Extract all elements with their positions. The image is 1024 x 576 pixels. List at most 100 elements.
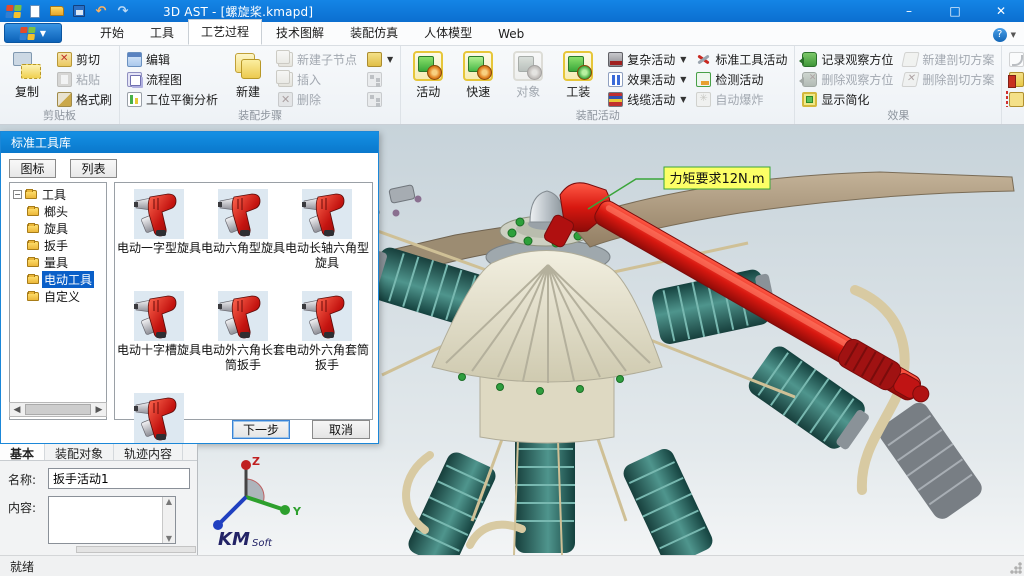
delete-button[interactable]: 删除 <box>276 89 359 109</box>
save-icon[interactable] <box>71 3 87 19</box>
tab-assembly-object[interactable]: 装配对象 <box>45 444 114 460</box>
trajectory-path-button[interactable]: 装配轨迹路径 <box>1007 89 1024 109</box>
new-step-button[interactable]: 新建 <box>226 49 270 100</box>
tree-item-custom[interactable]: 自定义 <box>27 288 106 305</box>
cable-activity-button[interactable]: 线缆活动▼ <box>606 89 688 109</box>
help-icon[interactable]: ? <box>993 28 1007 42</box>
tool-item[interactable]: 电动外六角长套筒扳手 <box>201 291 285 393</box>
detect-activity-button[interactable]: 检测活动 <box>694 69 789 89</box>
station-balance-button[interactable]: 工位平衡分析 <box>125 89 220 109</box>
scroll-right-icon[interactable]: ▶ <box>92 405 106 415</box>
tree-item-measuring[interactable]: 量具 <box>27 254 106 271</box>
minimize-button[interactable]: – <box>886 0 932 22</box>
tab-human-model[interactable]: 人体模型 <box>412 21 484 45</box>
quick-activity-button[interactable]: 快速 <box>456 49 500 100</box>
simulation-order-button[interactable]: 仿真顺序 <box>1007 49 1024 69</box>
activity-content-textarea[interactable]: ▲ ▼ <box>48 496 176 544</box>
new-document-icon[interactable] <box>27 3 43 19</box>
flowchart-button[interactable]: 流程图 <box>125 69 220 89</box>
ribbon-options-dropdown-icon[interactable]: ▼ <box>1011 31 1016 39</box>
tab-tools[interactable]: 工具 <box>138 21 186 45</box>
tool-item[interactable]: 电动十字槽旋具 <box>117 291 201 393</box>
copy-button[interactable]: 复制 <box>5 49 49 100</box>
list-view-button[interactable]: 列表 <box>70 159 117 178</box>
tree-expander-icon[interactable]: − <box>13 190 22 199</box>
redo-icon[interactable]: ↷ <box>115 3 131 19</box>
dropdown-arrow-icon: ▼ <box>680 95 686 104</box>
auto-explode-button[interactable]: 自动爆炸 <box>694 89 789 109</box>
step-tree2-button[interactable] <box>365 89 395 109</box>
tree-horizontal-scrollbar[interactable]: ◀ ▶ <box>9 402 107 417</box>
activity-name-input[interactable] <box>48 468 190 489</box>
tab-process[interactable]: 工艺过程 <box>188 19 262 45</box>
step-grid-button[interactable]: ▼ <box>365 49 395 69</box>
delete-section-button[interactable]: 删除剖切方案 <box>901 69 996 89</box>
tree-item-hammer[interactable]: 榔头 <box>27 203 106 220</box>
folder-icon <box>25 190 37 199</box>
edit-button[interactable]: 编辑 <box>125 49 220 69</box>
format-painter-button[interactable]: 格式刷 <box>55 89 114 109</box>
interference-check-button[interactable]: 干涉检查点 <box>1007 69 1024 89</box>
dropdown-arrow-icon: ▼ <box>680 55 686 64</box>
help-zone: ? ▼ <box>993 28 1024 45</box>
tool-item[interactable]: 电动长轴六角型旋具 <box>285 189 369 291</box>
content-vertical-scrollbar[interactable]: ▲ ▼ <box>162 497 175 543</box>
new-section-icon <box>902 52 920 67</box>
interference-check-icon <box>1009 72 1024 87</box>
tree-root-tools[interactable]: − 工具 <box>13 186 106 203</box>
undo-icon[interactable]: ↶ <box>93 3 109 19</box>
standard-tool-activity-button[interactable]: 标准工具活动 <box>694 49 789 69</box>
cancel-button[interactable]: 取消 <box>312 420 370 439</box>
tool-item[interactable]: 电动六角型旋具 <box>201 189 285 291</box>
tree-item-power-tools[interactable]: 电动工具 <box>27 271 106 288</box>
step-tree2-icon <box>367 92 382 107</box>
tab-basic[interactable]: 基本 <box>0 444 45 460</box>
scroll-down-icon[interactable]: ▼ <box>163 534 175 543</box>
app-logo-icon[interactable] <box>5 5 21 18</box>
new-section-button[interactable]: 新建剖切方案 <box>901 49 996 69</box>
tool-item[interactable]: 电动外六角套筒扳手 <box>285 291 369 393</box>
insert-button[interactable]: 插入 <box>276 69 359 89</box>
open-folder-icon[interactable] <box>49 3 65 19</box>
tab-web[interactable]: Web <box>486 24 536 45</box>
record-view-icon <box>802 52 817 67</box>
tool-category-tree[interactable]: − 工具 榔头 旋具 扳手 量具 电动工具 <box>9 182 107 420</box>
tab-trajectory-content[interactable]: 轨迹内容 <box>114 444 183 460</box>
app-menu-button[interactable]: ▼ <box>4 23 62 43</box>
close-button[interactable]: ✕ <box>978 0 1024 22</box>
group-label-effects: 效果 <box>795 107 1001 123</box>
tab-start[interactable]: 开始 <box>88 21 136 45</box>
axis-y-label: Y <box>292 505 302 518</box>
tab-assembly-simulation[interactable]: 装配仿真 <box>338 21 410 45</box>
next-button[interactable]: 下一步 <box>232 420 290 439</box>
group-label-clipboard: 剪贴板 <box>0 107 119 123</box>
scroll-up-icon[interactable]: ▲ <box>163 497 175 506</box>
tree-item-screwdrivers[interactable]: 旋具 <box>27 220 106 237</box>
scroll-thumb[interactable] <box>25 404 91 415</box>
brand-km: KM <box>218 529 250 550</box>
delete-view-button[interactable]: 删除观察方位 <box>800 69 895 89</box>
dialog-title-bar[interactable]: 标准工具库 <box>1 132 378 153</box>
ribbon: 复制 剪切 粘贴 格式刷 剪贴板 编辑 流程图 工位平衡分析 新建 <box>0 46 1024 125</box>
scroll-left-icon[interactable]: ◀ <box>10 405 24 415</box>
activity-button[interactable]: 活动 <box>406 49 450 100</box>
paste-button[interactable]: 粘贴 <box>55 69 114 89</box>
tool-item[interactable]: 电动一字型旋具 <box>117 189 201 291</box>
complex-activity-button[interactable]: 复杂活动▼ <box>606 49 688 69</box>
tab-tech-illustration[interactable]: 技术图解 <box>264 21 336 45</box>
effect-activity-button[interactable]: 效果活动▼ <box>606 69 688 89</box>
maximize-button[interactable]: □ <box>932 0 978 22</box>
icons-view-button[interactable]: 图标 <box>9 159 56 178</box>
detect-activity-icon <box>696 72 711 87</box>
resize-grip[interactable] <box>1010 562 1022 574</box>
activity-property-panel: 基本 装配对象 轨迹内容 名称: 内容: ▲ ▼ <box>0 444 198 555</box>
tooling-button[interactable]: 工装 <box>556 49 600 100</box>
tree-item-wrenches[interactable]: 扳手 <box>27 237 106 254</box>
record-view-button[interactable]: 记录观察方位 <box>800 49 895 69</box>
cut-button[interactable]: 剪切 <box>55 49 114 69</box>
step-tree-button[interactable] <box>365 69 395 89</box>
new-child-node-button[interactable]: 新建子节点 <box>276 49 359 69</box>
object-button[interactable]: 对象 <box>506 49 550 100</box>
panel-horizontal-scrollbar[interactable] <box>76 546 196 553</box>
display-simplify-button[interactable]: 显示简化 <box>800 89 895 109</box>
